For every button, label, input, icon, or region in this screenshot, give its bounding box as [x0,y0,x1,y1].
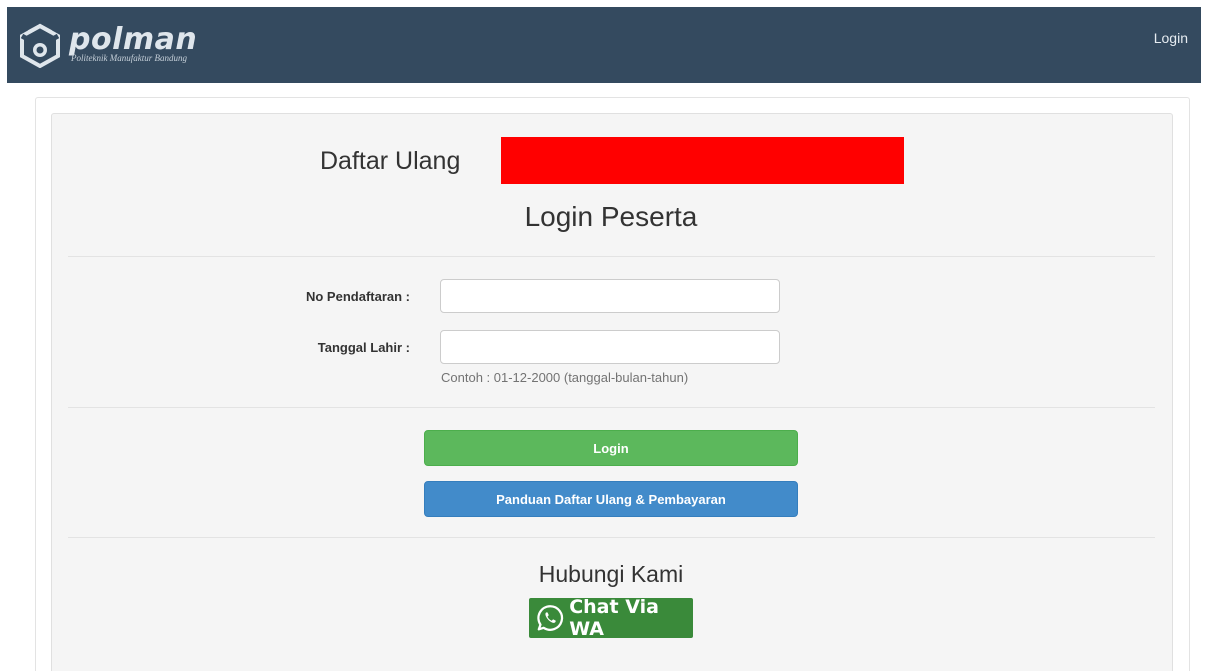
login-subtitle: Login Peserta [524,201,698,232]
polman-logo-icon [20,23,60,68]
top-navbar: polman Politeknik Manufaktur Bandung Log… [7,7,1201,83]
page-title-row: Daftar Ulang [0,135,1211,185]
brand-name: polman [69,22,198,57]
page-title: Daftar Ulang [320,147,461,175]
whatsapp-chat-button[interactable]: Chat Via WA [529,596,693,640]
divider [68,537,1155,538]
login-button[interactable]: Login [424,430,798,466]
whatsapp-chat-label: Chat Via WA [569,596,659,640]
divider [68,407,1155,408]
birthdate-input[interactable] [440,330,780,364]
redacted-block [501,137,904,184]
whatsapp-icon [537,605,564,631]
nav-login-link[interactable]: Login [1154,30,1188,46]
brand-logo[interactable]: polman Politeknik Manufaktur Bandung [17,20,197,70]
brand-subtitle: Politeknik Manufaktur Bandung [71,53,187,63]
guide-button[interactable]: Panduan Daftar Ulang & Pembayaran [424,481,798,517]
contact-title: Hubungi Kami [538,561,684,587]
divider [68,256,1155,257]
registration-number-label: No Pendaftaran : [305,289,410,304]
birthdate-label: Tanggal Lahir : [317,340,410,355]
registration-number-input[interactable] [440,279,780,313]
birthdate-help-text: Contoh : 01-12-2000 (tanggal-bulan-tahun… [441,370,689,385]
page: polman Politeknik Manufaktur Bandung Log… [0,0,1211,671]
